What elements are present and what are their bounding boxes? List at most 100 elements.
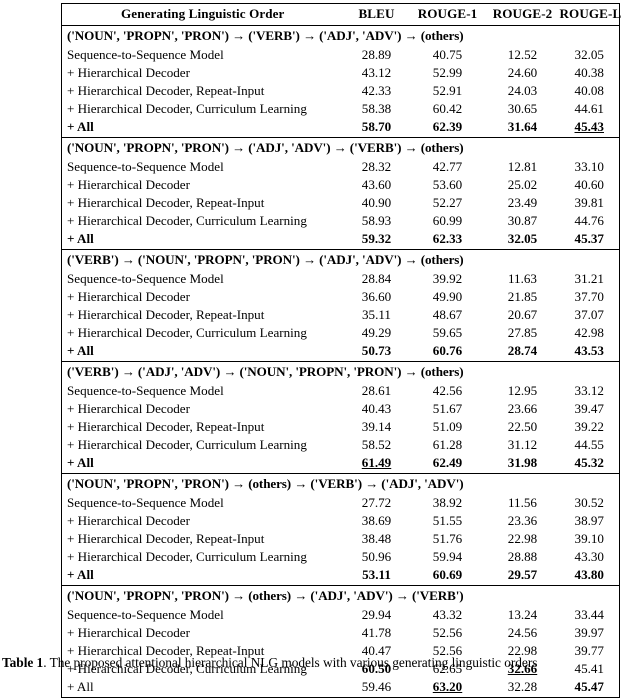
row-label: + Hierarchical Decoder, Repeat-Input [67, 307, 265, 322]
cell-rougel: 39.22 [574, 419, 604, 434]
cell-rouge2: 29.57 [507, 567, 538, 582]
cell-rouge2: 32.28 [485, 678, 560, 698]
cell-rouge2: 12.95 [507, 383, 538, 398]
table-page: Generating Linguistic Order BLEU ROUGE-1… [0, 0, 640, 698]
cell-rouge2: 28.74 [507, 343, 538, 358]
cell-bleu: 58.52 [361, 437, 392, 452]
cell-rougel: 40.08 [574, 83, 604, 98]
table-row: + All 50.73 60.76 28.74 43.53 [62, 342, 620, 362]
cell-bleu: 42.33 [361, 83, 392, 98]
results-table-container: Generating Linguistic Order BLEU ROUGE-1… [61, 3, 621, 698]
cell-rouge2: 21.85 [507, 289, 538, 304]
cell-rouge2: 27.85 [507, 325, 538, 340]
cell-rougel: 40.38 [574, 65, 604, 80]
cell-rougel: 32.05 [574, 47, 604, 62]
cell-rouge2: 24.03 [507, 83, 538, 98]
cell-rougel: 40.60 [574, 177, 604, 192]
column-header-bleu: BLEU [358, 6, 395, 21]
cell-value-emphasis: 45.47 [574, 679, 604, 694]
cell-bleu: 35.11 [362, 307, 391, 322]
cell-rouge1: 52.99 [432, 65, 463, 80]
caption-number: Table 1 [2, 655, 44, 670]
row-label: + Hierarchical Decoder [67, 401, 190, 416]
row-label: + Hierarchical Decoder, Curriculum Learn… [67, 549, 307, 564]
cell-bleu: 38.48 [361, 531, 392, 546]
row-label: Sequence-to-Sequence Model [67, 607, 224, 622]
cell-bleu: 41.78 [361, 625, 392, 640]
group-header-row: ('VERB') → ('NOUN', 'PROPN', 'PRON') → (… [61, 249, 620, 271]
cell-rougel: 39.47 [574, 401, 604, 416]
cell-rouge2: 23.66 [507, 401, 538, 416]
row-label: + Hierarchical Decoder, Curriculum Learn… [67, 101, 307, 116]
cell-value-emphasis: 45.43 [574, 119, 604, 134]
table-row: + Hierarchical Decoder 38.69 51.55 23.36 38.… [62, 512, 620, 530]
cell-rouge2: 12.81 [507, 159, 538, 174]
row-label: + Hierarchical Decoder [67, 177, 190, 192]
table-row: + Hierarchical Decoder, Repeat-Input 39.1… [62, 418, 620, 436]
cell-rougel: 44.55 [574, 437, 604, 452]
cell-rouge1: 38.92 [432, 495, 463, 510]
row-label: + Hierarchical Decoder, Curriculum Learn… [67, 325, 307, 340]
table-row: + Hierarchical Decoder 43.60 53.60 25.02 40.… [62, 176, 620, 194]
cell-rouge2: 25.02 [507, 177, 538, 192]
row-label: + Hierarchical Decoder [67, 65, 190, 80]
row-label: Sequence-to-Sequence Model [67, 159, 224, 174]
row-label: + All [67, 343, 94, 358]
table-row: + All 59.32 62.33 32.05 45.37 [62, 230, 620, 250]
cell-rouge2: 22.98 [507, 531, 538, 546]
cell-rougel: 39.97 [574, 625, 604, 640]
row-label: + All [67, 119, 94, 134]
cell-rougel: 44.76 [574, 213, 604, 228]
cell-rouge2: 20.67 [507, 307, 538, 322]
cell-bleu: 38.69 [361, 513, 392, 528]
cell-rougel: 43.30 [574, 549, 604, 564]
cell-rougel: 42.98 [574, 325, 604, 340]
cell-rouge1: 51.55 [432, 513, 463, 528]
table-row: Sequence-to-Sequence Model 29.94 43.32 13.2… [62, 606, 620, 624]
cell-value-emphasis: 63.20 [432, 679, 463, 694]
cell-rouge1: 60.76 [432, 343, 463, 358]
table-row: + Hierarchical Decoder 40.43 51.67 23.66 39.… [62, 400, 620, 418]
cell-rougel: 45.32 [574, 455, 604, 470]
column-header-rouge2: ROUGE-2 [492, 6, 553, 21]
cell-bleu: 50.96 [361, 549, 392, 564]
row-label: + Hierarchical Decoder, Repeat-Input [67, 531, 265, 546]
cell-rougel: 45.37 [574, 231, 604, 246]
cell-rouge2: 23.36 [507, 513, 538, 528]
column-header-order: Generating Linguistic Order [121, 6, 285, 21]
row-label: Sequence-to-Sequence Model [67, 271, 224, 286]
cell-value-emphasis: 61.49 [361, 455, 392, 470]
table-row: Sequence-to-Sequence Model 28.89 40.75 12.5… [62, 46, 620, 64]
cell-rouge1: 61.28 [432, 437, 463, 452]
cell-rouge1: 39.92 [432, 271, 463, 286]
table-caption: Table 1. The proposed attentional hierar… [2, 655, 640, 671]
table-row: + Hierarchical Decoder, Curriculum Learn… [62, 100, 620, 118]
cell-bleu: 28.61 [361, 383, 392, 398]
group-linguistic-order: ('NOUN', 'PROPN', 'PRON') → ('ADJ', 'ADV… [67, 140, 464, 155]
cell-bleu: 28.84 [361, 271, 392, 286]
row-label: Sequence-to-Sequence Model [67, 383, 224, 398]
table-row: + Hierarchical Decoder, Repeat-Input 40.9… [62, 194, 620, 212]
cell-rouge2: 23.49 [507, 195, 538, 210]
cell-rougel: 45.47 [559, 678, 620, 698]
cell-rouge1: 60.69 [432, 567, 463, 582]
group-header-row: ('NOUN', 'PROPN', 'PRON') → ('VERB') → (… [61, 25, 620, 47]
table-row: + Hierarchical Decoder, Repeat-Input 38.4… [62, 530, 620, 548]
group-header-row: ('VERB') → ('ADJ', 'ADV') → ('NOUN', 'PR… [61, 361, 620, 383]
table-row: Sequence-to-Sequence Model 28.61 42.56 12.9… [62, 382, 620, 400]
cell-rouge1: 42.77 [432, 159, 463, 174]
cell-bleu: 39.14 [361, 419, 392, 434]
cell-bleu: 58.38 [361, 101, 392, 116]
row-label: + Hierarchical Decoder [67, 513, 190, 528]
cell-rouge1: 48.67 [432, 307, 463, 322]
row-label: + Hierarchical Decoder, Repeat-Input [67, 83, 265, 98]
cell-rouge1: 60.42 [432, 101, 463, 116]
cell-rougel: 33.44 [574, 607, 604, 622]
table-row: + Hierarchical Decoder, Repeat-Input 35.1… [62, 306, 620, 324]
table-row: + Hierarchical Decoder 41.78 52.56 24.56 39.… [62, 624, 620, 642]
table-row: Sequence-to-Sequence Model 28.84 39.92 11.6… [62, 270, 620, 288]
table-row: + Hierarchical Decoder, Curriculum Learn… [62, 324, 620, 342]
cell-rougel: 33.10 [574, 159, 604, 174]
cell-rouge1: 51.67 [432, 401, 463, 416]
results-table: Generating Linguistic Order BLEU ROUGE-1… [61, 3, 621, 698]
